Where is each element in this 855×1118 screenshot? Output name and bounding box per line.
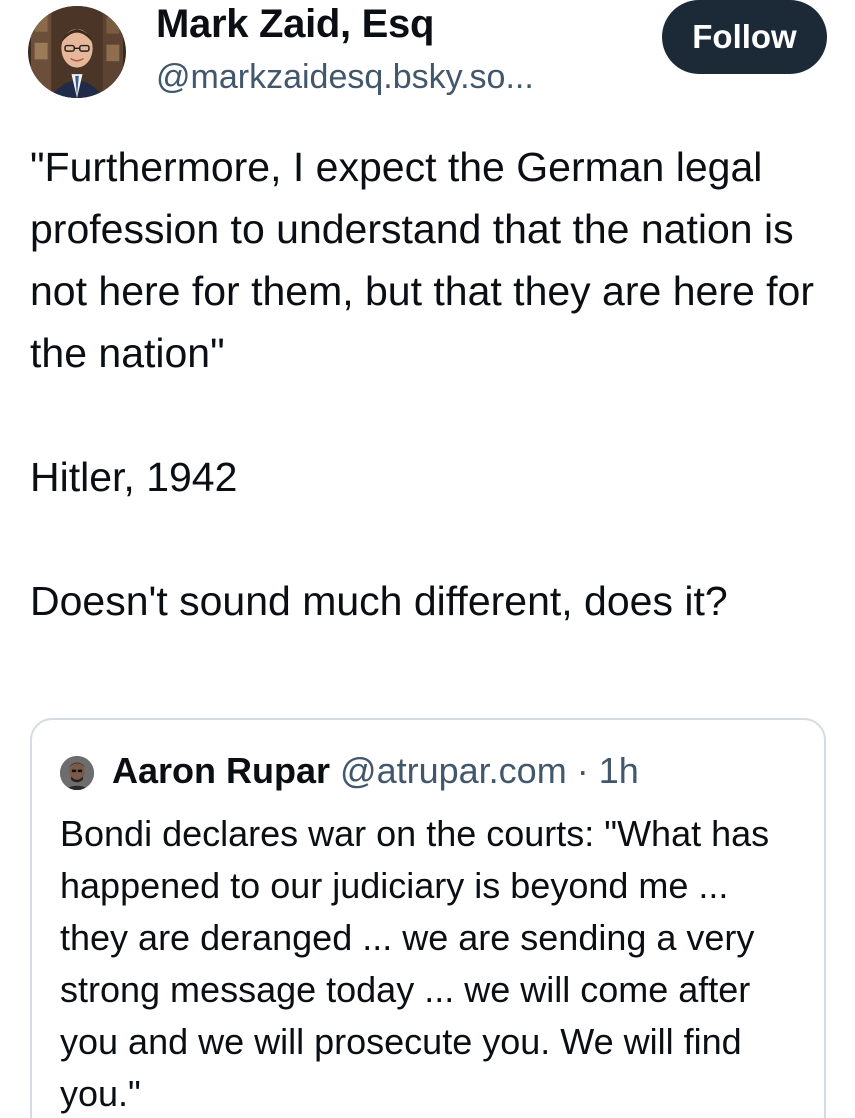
quote-separator: · — [576, 750, 589, 791]
post-paragraph-attribution: Hitler, 1942 — [30, 454, 238, 500]
quote-author-photo-icon — [60, 756, 94, 790]
post-paragraph-quote: "Furthermore, I expect the German legal … — [30, 144, 815, 376]
quote-author-handle[interactable]: @atrupar.com — [340, 750, 567, 791]
quote-text: Bondi declares war on the courts: "What … — [60, 813, 770, 1114]
author-handle[interactable]: @markzaidesq.bsky.so... — [156, 56, 534, 98]
quote-timestamp[interactable]: 1h — [599, 750, 639, 791]
author-name[interactable]: Mark Zaid, Esq — [156, 0, 434, 48]
post-screen: Mark Zaid, Esq @markzaidesq.bsky.so... F… — [0, 0, 855, 1118]
quote-author-name[interactable]: Aaron Rupar — [112, 750, 330, 791]
post-paragraph-comment: Doesn't sound much different, does it? — [30, 578, 728, 624]
quoted-post-card[interactable]: Aaron Rupar @atrupar.com · 1h Bondi decl… — [30, 718, 826, 1118]
quote-header: Aaron Rupar @atrupar.com · 1h — [112, 748, 639, 794]
post-text: "Furthermore, I expect the German legal … — [30, 136, 830, 632]
author-photo-icon — [31, 6, 123, 98]
author-avatar[interactable] — [28, 6, 126, 98]
follow-button[interactable]: Follow — [662, 0, 827, 74]
quote-author-avatar[interactable] — [60, 756, 94, 790]
